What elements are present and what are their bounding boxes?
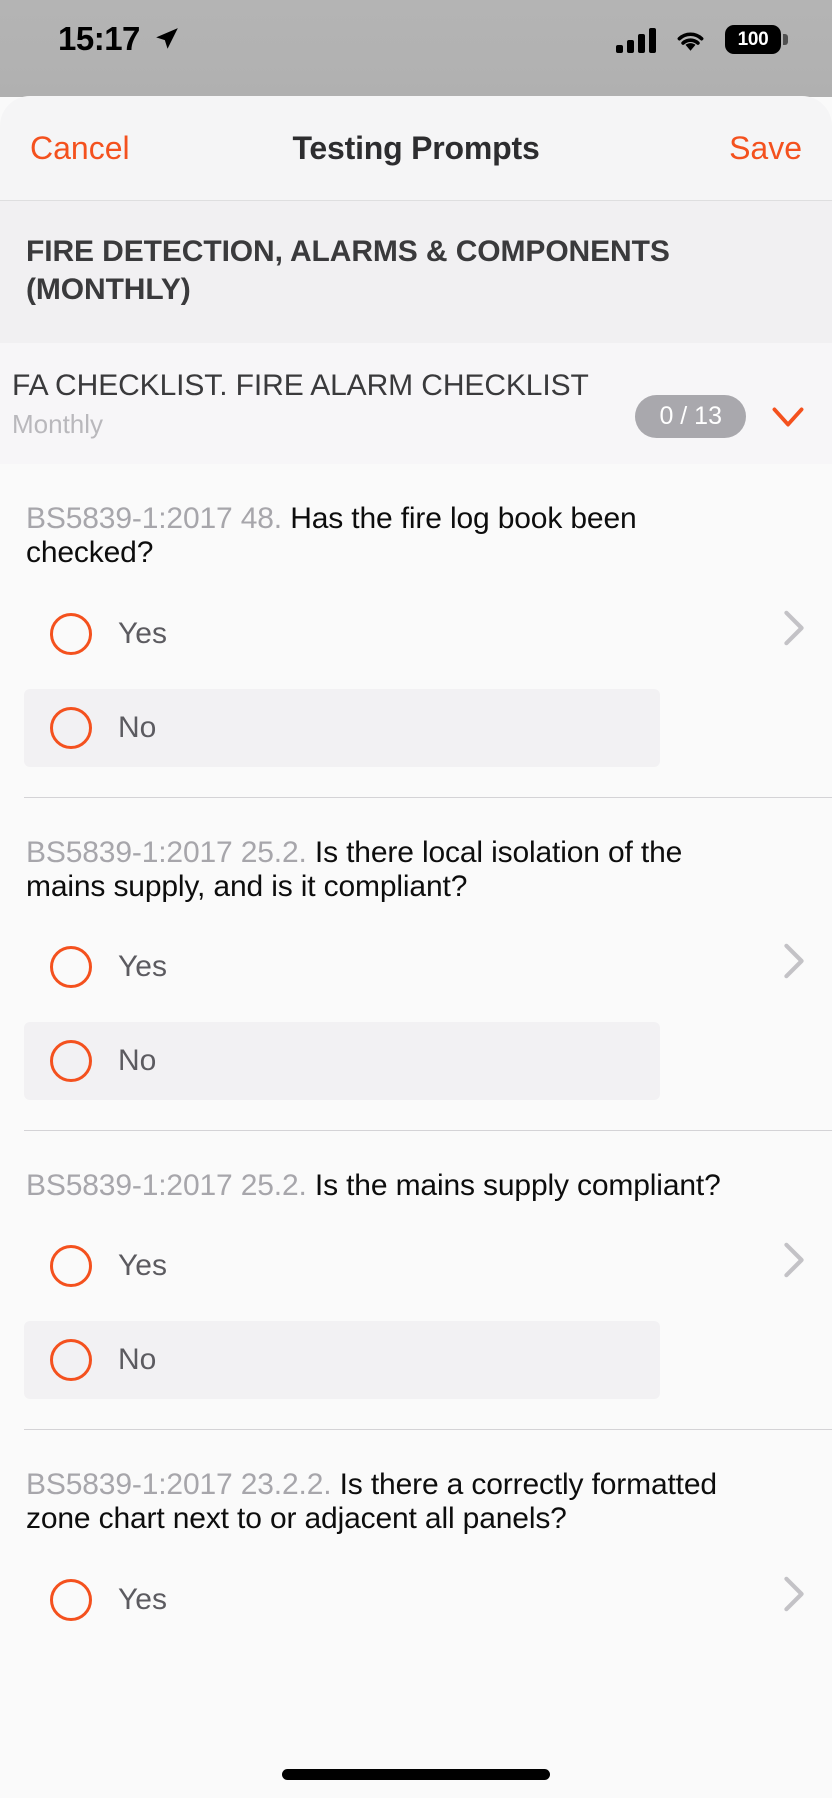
battery-cap bbox=[783, 34, 788, 45]
option-spacer bbox=[0, 1006, 832, 1022]
radio-button-icon[interactable] bbox=[50, 612, 92, 655]
battery-body: 100 bbox=[725, 25, 781, 54]
option-group: Yes bbox=[0, 1561, 832, 1639]
progress-badge: 0 / 13 bbox=[635, 395, 746, 439]
radio-button-icon[interactable] bbox=[50, 1578, 92, 1621]
battery-indicator: 100 bbox=[725, 25, 788, 54]
option-label: Yes bbox=[118, 1582, 167, 1616]
status-bar-left: 15:17 bbox=[58, 22, 180, 55]
option-row[interactable]: Yes bbox=[24, 595, 660, 673]
option-row[interactable]: Yes bbox=[24, 1561, 660, 1639]
save-button[interactable]: Save bbox=[729, 132, 802, 164]
radio-button-icon[interactable] bbox=[50, 706, 92, 749]
question-reference: BS5839-1:2017 25.2. bbox=[26, 835, 307, 869]
option-label: No bbox=[118, 1043, 157, 1077]
radio-button-icon[interactable] bbox=[50, 1339, 92, 1382]
battery-percent-label: 100 bbox=[737, 29, 769, 50]
status-bar-clock: 15:17 bbox=[58, 20, 140, 57]
option-group: Yes No bbox=[0, 1227, 832, 1400]
option-label: Yes bbox=[118, 949, 167, 983]
radio-button-icon[interactable] bbox=[50, 1245, 92, 1288]
question-spacer bbox=[0, 1100, 832, 1130]
cellular-signal-icon bbox=[616, 27, 656, 53]
radio-button-icon[interactable] bbox=[50, 945, 92, 988]
option-row[interactable]: Yes bbox=[24, 928, 660, 1006]
option-row[interactable]: No bbox=[24, 688, 660, 767]
option-label: Yes bbox=[118, 1249, 167, 1283]
checklist-frequency: Monthly bbox=[12, 408, 104, 439]
option-row[interactable]: No bbox=[24, 1321, 660, 1400]
question-text: BS5839-1:2017 23.2.2. Is there a correct… bbox=[0, 1430, 832, 1560]
radio-button-icon[interactable] bbox=[50, 1039, 92, 1082]
question-reference: BS5839-1:2017 25.2. bbox=[26, 1168, 307, 1202]
option-group: Yes No bbox=[0, 595, 832, 767]
cancel-button[interactable]: Cancel bbox=[30, 132, 130, 164]
question-reference: BS5839-1:2017 23.2.2. bbox=[26, 1468, 332, 1502]
wifi-icon bbox=[677, 32, 704, 51]
question-spacer bbox=[0, 767, 832, 797]
question-item: BS5839-1:2017 25.2. Is the mains supply … bbox=[0, 1131, 832, 1431]
location-arrow-icon bbox=[156, 27, 178, 49]
question-text: BS5839-1:2017 25.2. Is the mains supply … bbox=[0, 1131, 832, 1227]
checklist-texts: FA CHECKLIST. FIRE ALARM CHECKLIST Month… bbox=[12, 369, 623, 437]
option-spacer bbox=[0, 1305, 832, 1321]
checklist-row-actions: 0 / 13 bbox=[635, 369, 806, 439]
question-spacer bbox=[0, 1399, 832, 1429]
question-item: BS5839-1:2017 23.2.2. Is there a correct… bbox=[0, 1430, 832, 1638]
option-row[interactable]: No bbox=[24, 1021, 660, 1100]
group-title: FIRE DETECTION, ALARMS & COMPONENTS (MON… bbox=[26, 235, 670, 307]
chevron-right-icon[interactable] bbox=[782, 1575, 806, 1613]
navigation-bar: Cancel Testing Prompts Save bbox=[0, 96, 832, 201]
chevron-down-icon[interactable] bbox=[770, 405, 806, 429]
option-row[interactable]: Yes bbox=[24, 1227, 660, 1305]
phone-screen: 15:17 100 Cancel Testing Prompts Save FI… bbox=[0, 0, 832, 1798]
status-bar: 15:17 100 bbox=[0, 0, 832, 97]
checklist-title: FA CHECKLIST. FIRE ALARM CHECKLIST bbox=[12, 369, 589, 403]
home-indicator bbox=[282, 1769, 550, 1780]
question-body: Is the mains supply compliant? bbox=[314, 1168, 721, 1202]
option-group: Yes No bbox=[0, 928, 832, 1100]
option-label: No bbox=[118, 710, 157, 744]
chevron-right-icon[interactable] bbox=[782, 942, 806, 980]
chevron-right-icon[interactable] bbox=[782, 609, 806, 647]
status-bar-right: 100 bbox=[616, 22, 788, 54]
option-spacer bbox=[0, 673, 832, 689]
page-title: Testing Prompts bbox=[292, 129, 540, 166]
questions-list: BS5839-1:2017 48. Has the fire log book … bbox=[0, 464, 832, 1639]
option-label: Yes bbox=[118, 616, 167, 650]
question-item: BS5839-1:2017 25.2. Is there local isola… bbox=[0, 798, 832, 1131]
question-reference: BS5839-1:2017 48. bbox=[26, 502, 282, 536]
chevron-right-icon[interactable] bbox=[782, 1241, 806, 1279]
group-header: FIRE DETECTION, ALARMS & COMPONENTS (MON… bbox=[0, 201, 832, 344]
checklist-section-row[interactable]: FA CHECKLIST. FIRE ALARM CHECKLIST Month… bbox=[0, 343, 832, 465]
question-item: BS5839-1:2017 48. Has the fire log book … bbox=[0, 464, 832, 798]
question-text: BS5839-1:2017 25.2. Is there local isola… bbox=[0, 798, 832, 928]
option-label: No bbox=[118, 1343, 157, 1377]
question-text: BS5839-1:2017 48. Has the fire log book … bbox=[0, 464, 832, 594]
